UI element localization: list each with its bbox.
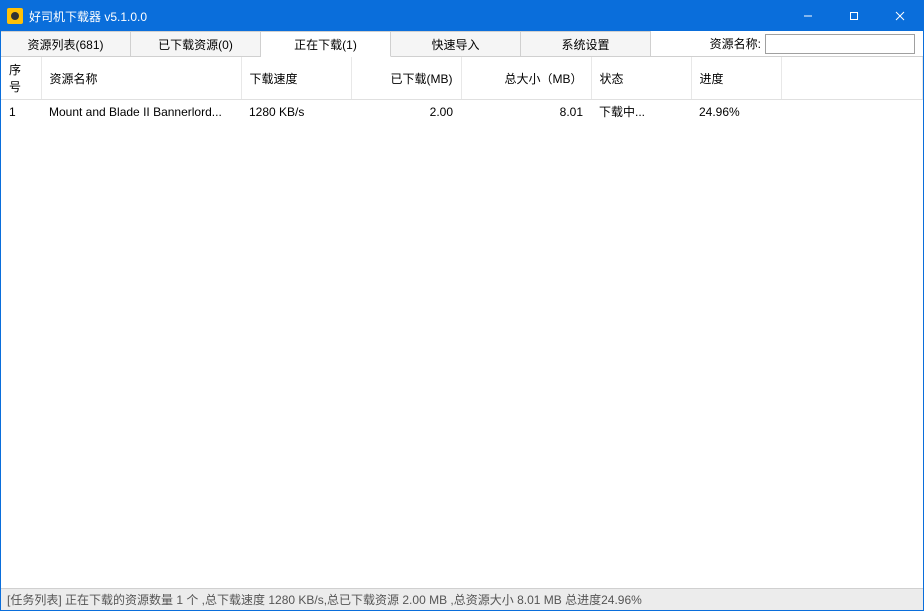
status-text: [任务列表] 正在下载的资源数量 1 个 ,总下载速度 1280 KB/s,总已… — [7, 591, 642, 608]
cell-speed: 1280 KB/s — [241, 100, 351, 124]
cell-name: Mount and Blade II Bannerlord... — [41, 100, 241, 124]
cell-status: 下载中... — [591, 100, 691, 124]
tab-downloading[interactable]: 正在下载(1) — [261, 31, 391, 57]
search-area: 资源名称: — [702, 31, 923, 56]
cell-index: 1 — [1, 100, 41, 124]
tab-downloaded[interactable]: 已下载资源(0) — [131, 31, 261, 56]
minimize-icon — [803, 11, 813, 21]
download-table: 序号 资源名称 下载速度 已下载(MB) 总大小（MB） 状态 进度 1 Mou… — [1, 57, 923, 123]
tab-settings[interactable]: 系统设置 — [521, 31, 651, 56]
search-label: 资源名称: — [710, 35, 761, 52]
table-row[interactable]: 1 Mount and Blade II Bannerlord... 1280 … — [1, 100, 923, 124]
header-name[interactable]: 资源名称 — [41, 57, 241, 100]
header-downloaded[interactable]: 已下载(MB) — [351, 57, 461, 100]
close-button[interactable] — [877, 1, 923, 31]
tab-quick-import[interactable]: 快速导入 — [391, 31, 521, 56]
maximize-button[interactable] — [831, 1, 877, 31]
app-icon — [7, 8, 23, 24]
search-input[interactable] — [765, 34, 915, 54]
titlebar[interactable]: 好司机下载器 v5.1.0.0 — [1, 1, 923, 31]
header-status[interactable]: 状态 — [591, 57, 691, 100]
header-index[interactable]: 序号 — [1, 57, 41, 100]
maximize-icon — [849, 11, 859, 21]
tabs: 资源列表(681) 已下载资源(0) 正在下载(1) 快速导入 系统设置 — [1, 31, 702, 56]
window-title: 好司机下载器 v5.1.0.0 — [29, 8, 785, 25]
header-progress[interactable]: 进度 — [691, 57, 781, 100]
tab-resource-list[interactable]: 资源列表(681) — [1, 31, 131, 56]
cell-spacer — [781, 100, 923, 124]
toolbar: 资源列表(681) 已下载资源(0) 正在下载(1) 快速导入 系统设置 资源名… — [1, 31, 923, 57]
table-header-row: 序号 资源名称 下载速度 已下载(MB) 总大小（MB） 状态 进度 — [1, 57, 923, 100]
cell-total: 8.01 — [461, 100, 591, 124]
header-speed[interactable]: 下载速度 — [241, 57, 351, 100]
close-icon — [895, 11, 905, 21]
statusbar: [任务列表] 正在下载的资源数量 1 个 ,总下载速度 1280 KB/s,总已… — [1, 588, 923, 610]
header-total[interactable]: 总大小（MB） — [461, 57, 591, 100]
header-spacer — [781, 57, 923, 100]
cell-downloaded: 2.00 — [351, 100, 461, 124]
window-controls — [785, 1, 923, 31]
minimize-button[interactable] — [785, 1, 831, 31]
app-window: 好司机下载器 v5.1.0.0 资源列表(681) 已下载资源(0) 正在下载(… — [0, 0, 924, 611]
cell-progress: 24.96% — [691, 100, 781, 124]
download-table-area: 序号 资源名称 下载速度 已下载(MB) 总大小（MB） 状态 进度 1 Mou… — [1, 57, 923, 588]
